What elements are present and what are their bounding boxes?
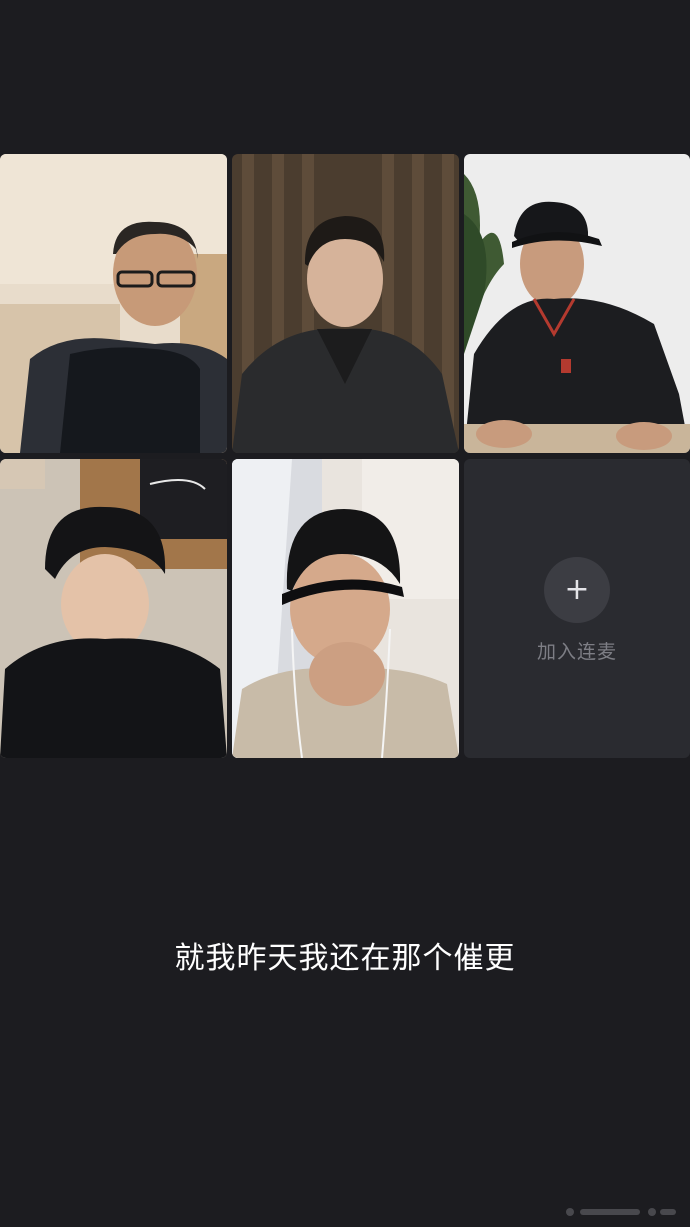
participant-video-feed xyxy=(464,154,690,453)
participant-video-tile[interactable] xyxy=(464,154,690,453)
join-mic-slot: + 加入连麦 xyxy=(464,459,690,758)
participant-video-feed xyxy=(232,459,459,758)
participant-video-tile[interactable] xyxy=(0,459,227,758)
caption-text: 就我昨天我还在那个催更 xyxy=(174,941,516,976)
video-call-grid: + 加入连麦 xyxy=(0,154,690,758)
participant-video-tile[interactable] xyxy=(0,154,227,453)
plus-icon: + xyxy=(564,572,590,607)
participant-video-tile[interactable] xyxy=(232,459,459,758)
join-mic-label: 加入连麦 xyxy=(536,641,617,663)
participant-video-feed xyxy=(232,154,459,453)
participant-video-feed xyxy=(0,459,227,758)
participant-video-tile[interactable] xyxy=(232,154,459,453)
join-mic-button[interactable]: + xyxy=(544,557,610,623)
participant-video-feed xyxy=(0,154,227,453)
watermark-logo xyxy=(566,1208,676,1216)
